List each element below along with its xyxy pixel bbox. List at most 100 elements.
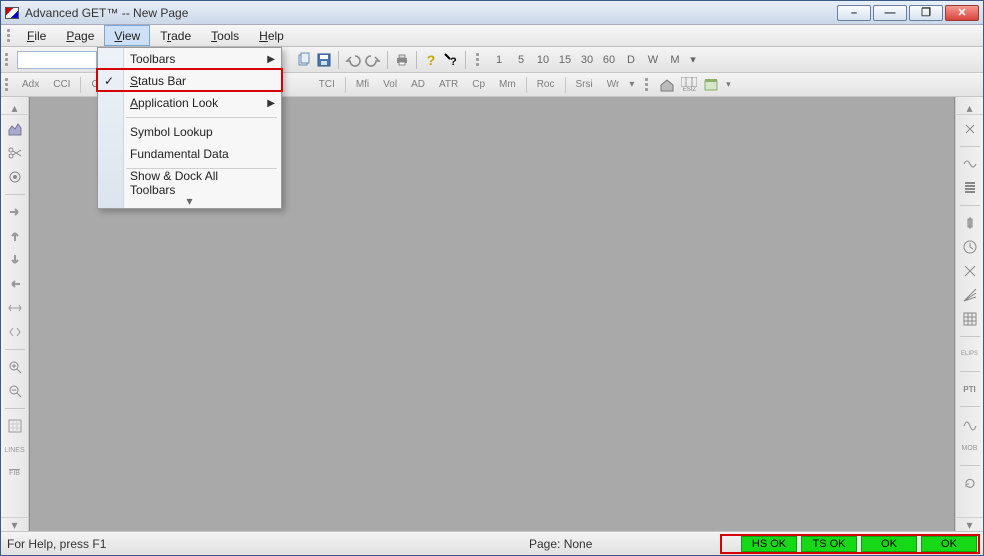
timebar-grip[interactable]: [476, 53, 482, 66]
wave-icon[interactable]: [960, 154, 980, 174]
home-icon[interactable]: [657, 75, 677, 95]
check-icon: ✓: [104, 74, 114, 88]
time-d[interactable]: D: [620, 50, 642, 70]
view-menu-application-look[interactable]: Application Look▶: [98, 92, 281, 114]
view-menu-show-dock[interactable]: Show & Dock All Toolbars: [98, 172, 281, 194]
dash-grip[interactable]: [645, 78, 651, 91]
time-w[interactable]: W: [642, 50, 664, 70]
zoom-in-icon[interactable]: [5, 357, 25, 377]
menubar-grip[interactable]: [7, 25, 13, 46]
arrow-left-icon[interactable]: [5, 274, 25, 294]
study-vol[interactable]: Vol: [376, 76, 404, 94]
arrow-right-icon[interactable]: [5, 202, 25, 222]
left-toolbar: ▴ LINES FIB ▾: [1, 97, 29, 531]
submenu-arrow-icon: ▶: [267, 54, 275, 65]
zoom-out-icon[interactable]: [5, 381, 25, 401]
refresh-icon[interactable]: [960, 473, 980, 493]
window-controls: – — ❐ ✕: [837, 5, 979, 21]
scissors-icon[interactable]: [5, 143, 25, 163]
study-atr[interactable]: ATR: [432, 76, 465, 94]
study-srsi[interactable]: Srsi: [569, 76, 600, 94]
submenu-arrow-icon: ▶: [267, 98, 275, 109]
study-wr[interactable]: Wr: [600, 76, 627, 94]
maximize-button[interactable]: ❐: [909, 5, 943, 21]
view-menu-status-bar[interactable]: ✓ Status Bar: [98, 70, 281, 92]
crosshair-icon[interactable]: [960, 119, 980, 139]
table-icon[interactable]: [960, 309, 980, 329]
mob-icon[interactable]: MOB: [960, 438, 980, 458]
help-icon[interactable]: ?: [421, 50, 441, 70]
app-window: Advanced GET™ -- New Page – — ❐ ✕ File P…: [0, 0, 984, 556]
svg-text:?: ?: [450, 56, 457, 68]
menu-help[interactable]: Help: [249, 25, 294, 46]
expand-h-icon[interactable]: [5, 298, 25, 318]
minimize-button[interactable]: —: [873, 5, 907, 21]
menu-file[interactable]: File: [17, 25, 56, 46]
collapse-h-icon[interactable]: [5, 322, 25, 342]
elips-icon[interactable]: ELIPS: [960, 344, 980, 364]
timeframe-bar: 1 5 10 15 30 60 D W M ▾: [488, 50, 700, 70]
target-icon[interactable]: [5, 167, 25, 187]
time-30[interactable]: 30: [576, 50, 598, 70]
symbol-input[interactable]: [17, 51, 97, 69]
context-help-icon[interactable]: ?: [441, 50, 461, 70]
study-grip[interactable]: [5, 78, 11, 91]
arrow-up-icon[interactable]: [5, 226, 25, 246]
status-ok-1: OK: [861, 536, 917, 552]
template-dropdown-icon[interactable]: ▾: [723, 75, 733, 95]
status-indicators: HS OK TS OK OK OK: [741, 536, 977, 552]
grid-icon[interactable]: [5, 416, 25, 436]
study-mfi[interactable]: Mfi: [349, 76, 376, 94]
toolbar-grip-1[interactable]: [5, 53, 11, 66]
print-icon[interactable]: [392, 50, 412, 70]
bars-icon[interactable]: [960, 178, 980, 198]
study-ad[interactable]: AD: [404, 76, 432, 94]
time-15[interactable]: 15: [554, 50, 576, 70]
left-scroll-up-icon[interactable]: ▴: [1, 101, 28, 115]
arrow-down-icon[interactable]: [5, 250, 25, 270]
study-mm[interactable]: Mm: [492, 76, 523, 94]
right-scroll-down-icon[interactable]: ▾: [956, 517, 983, 531]
status-hs-ok: HS OK: [741, 536, 797, 552]
copy-icon[interactable]: [294, 50, 314, 70]
menu-view[interactable]: View: [104, 25, 150, 46]
clock-icon[interactable]: [960, 237, 980, 257]
dashboard-icon[interactable]: ESIZ: [679, 75, 699, 95]
status-ok-2: OK: [921, 536, 977, 552]
candle-icon[interactable]: [960, 213, 980, 233]
time-1[interactable]: 1: [488, 50, 510, 70]
fan-icon[interactable]: [960, 285, 980, 305]
cycle-icon[interactable]: [960, 414, 980, 434]
view-menu-symbol-lookup[interactable]: Symbol Lookup: [98, 121, 281, 143]
time-dropdown-icon[interactable]: ▾: [686, 50, 700, 70]
study-cci[interactable]: CCI: [46, 76, 77, 94]
menu-trade[interactable]: Trade: [150, 25, 201, 46]
study-adx[interactable]: Adx: [15, 76, 46, 94]
gann-icon[interactable]: [960, 261, 980, 281]
menu-tools[interactable]: Tools: [201, 25, 249, 46]
study-tci[interactable]: TCI: [312, 76, 342, 94]
study-roc[interactable]: Roc: [530, 76, 562, 94]
undo-icon[interactable]: [343, 50, 363, 70]
study-cp[interactable]: Cp: [465, 76, 492, 94]
view-menu-dropdown: Toolbars▶ ✓ Status Bar Application Look▶…: [97, 47, 282, 209]
template-icon[interactable]: [701, 75, 721, 95]
study-more-icon[interactable]: ▾: [626, 76, 637, 94]
lines-icon[interactable]: LINES: [5, 440, 25, 460]
time-10[interactable]: 10: [532, 50, 554, 70]
right-scroll-up-icon[interactable]: ▴: [956, 101, 983, 115]
left-scroll-down-icon[interactable]: ▾: [1, 517, 28, 531]
minimize-secondary-button[interactable]: –: [837, 5, 871, 21]
menu-page[interactable]: Page: [56, 25, 104, 46]
time-m[interactable]: M: [664, 50, 686, 70]
pti-icon[interactable]: PTI: [960, 379, 980, 399]
redo-icon[interactable]: [363, 50, 383, 70]
chart-type-icon[interactable]: [5, 119, 25, 139]
time-5[interactable]: 5: [510, 50, 532, 70]
close-button[interactable]: ✕: [945, 5, 979, 21]
view-menu-fundamental-data[interactable]: Fundamental Data: [98, 143, 281, 165]
time-60[interactable]: 60: [598, 50, 620, 70]
view-menu-toolbars[interactable]: Toolbars▶: [98, 48, 281, 70]
save-icon[interactable]: [314, 50, 334, 70]
fib-icon[interactable]: FIB: [5, 464, 25, 484]
